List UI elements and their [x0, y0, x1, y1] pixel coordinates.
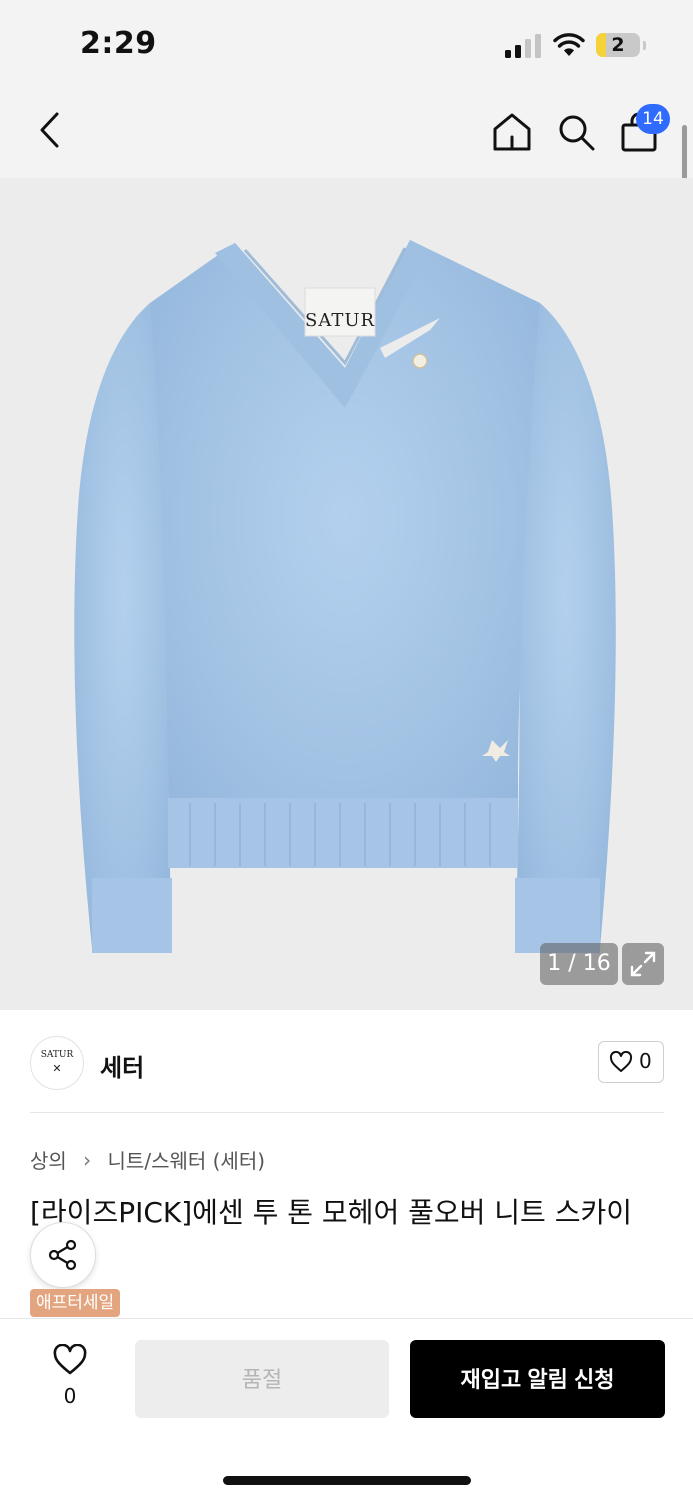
battery-cap [643, 41, 646, 50]
status-time: 2:29 [80, 26, 157, 61]
breadcrumb-separator: › [83, 1147, 92, 1172]
cart-count-badge: 14 [636, 104, 670, 134]
garment-label-text: SATUR [305, 310, 376, 331]
brand-like-button[interactable]: 0 [598, 1041, 664, 1083]
status-bar: 2:29 2 [0, 0, 693, 90]
cellular-signal-icon [505, 34, 541, 58]
heart-icon [609, 1051, 633, 1072]
share-button[interactable] [30, 1222, 96, 1288]
expand-image-button[interactable] [622, 943, 664, 985]
brand-logo-text: SATUR [40, 1050, 74, 1060]
home-indicator[interactable] [223, 1476, 471, 1485]
battery-level: 2 [611, 34, 625, 56]
share-icon [48, 1239, 77, 1271]
wishlist-button[interactable]: 0 [40, 1340, 100, 1416]
nav-bar [0, 90, 693, 178]
soldout-button[interactable]: 품절 [135, 1340, 389, 1418]
breadcrumb-category[interactable]: 상의 [30, 1149, 67, 1173]
battery-indicator: 2 [596, 33, 648, 59]
search-icon[interactable] [554, 110, 598, 154]
restock-alert-button[interactable]: 재입고 알림 신청 [410, 1340, 665, 1418]
breadcrumb: 상의 › 니트/스웨터 (세터) [30, 1145, 265, 1174]
home-icon[interactable] [490, 110, 534, 154]
product-photo [0, 178, 693, 1010]
brand-like-count: 0 [639, 1049, 652, 1073]
chevron-left-icon[interactable] [30, 108, 70, 152]
breadcrumb-subcategory[interactable]: 니트/스웨터 (세터) [108, 1149, 266, 1173]
heart-icon [53, 1344, 87, 1375]
image-counter: 1 / 16 [540, 943, 618, 985]
wishlist-count: 0 [63, 1384, 77, 1408]
sale-tag: 애프터세일 [30, 1289, 121, 1317]
wifi-icon [553, 33, 585, 56]
brand-name[interactable]: 세터 [100, 1048, 144, 1083]
product-image[interactable]: SATUR [0, 178, 693, 1010]
divider [30, 1112, 664, 1113]
brand-logo-mark-icon: ✕ [52, 1062, 62, 1075]
battery-body: 2 [596, 33, 640, 57]
expand-icon [630, 951, 656, 977]
brand-logo[interactable]: SATUR ✕ [30, 1036, 84, 1090]
product-title: [라이즈PICK]에센 투 톤 모헤어 풀오버 니트 스카이 블루 [30, 1196, 632, 1275]
